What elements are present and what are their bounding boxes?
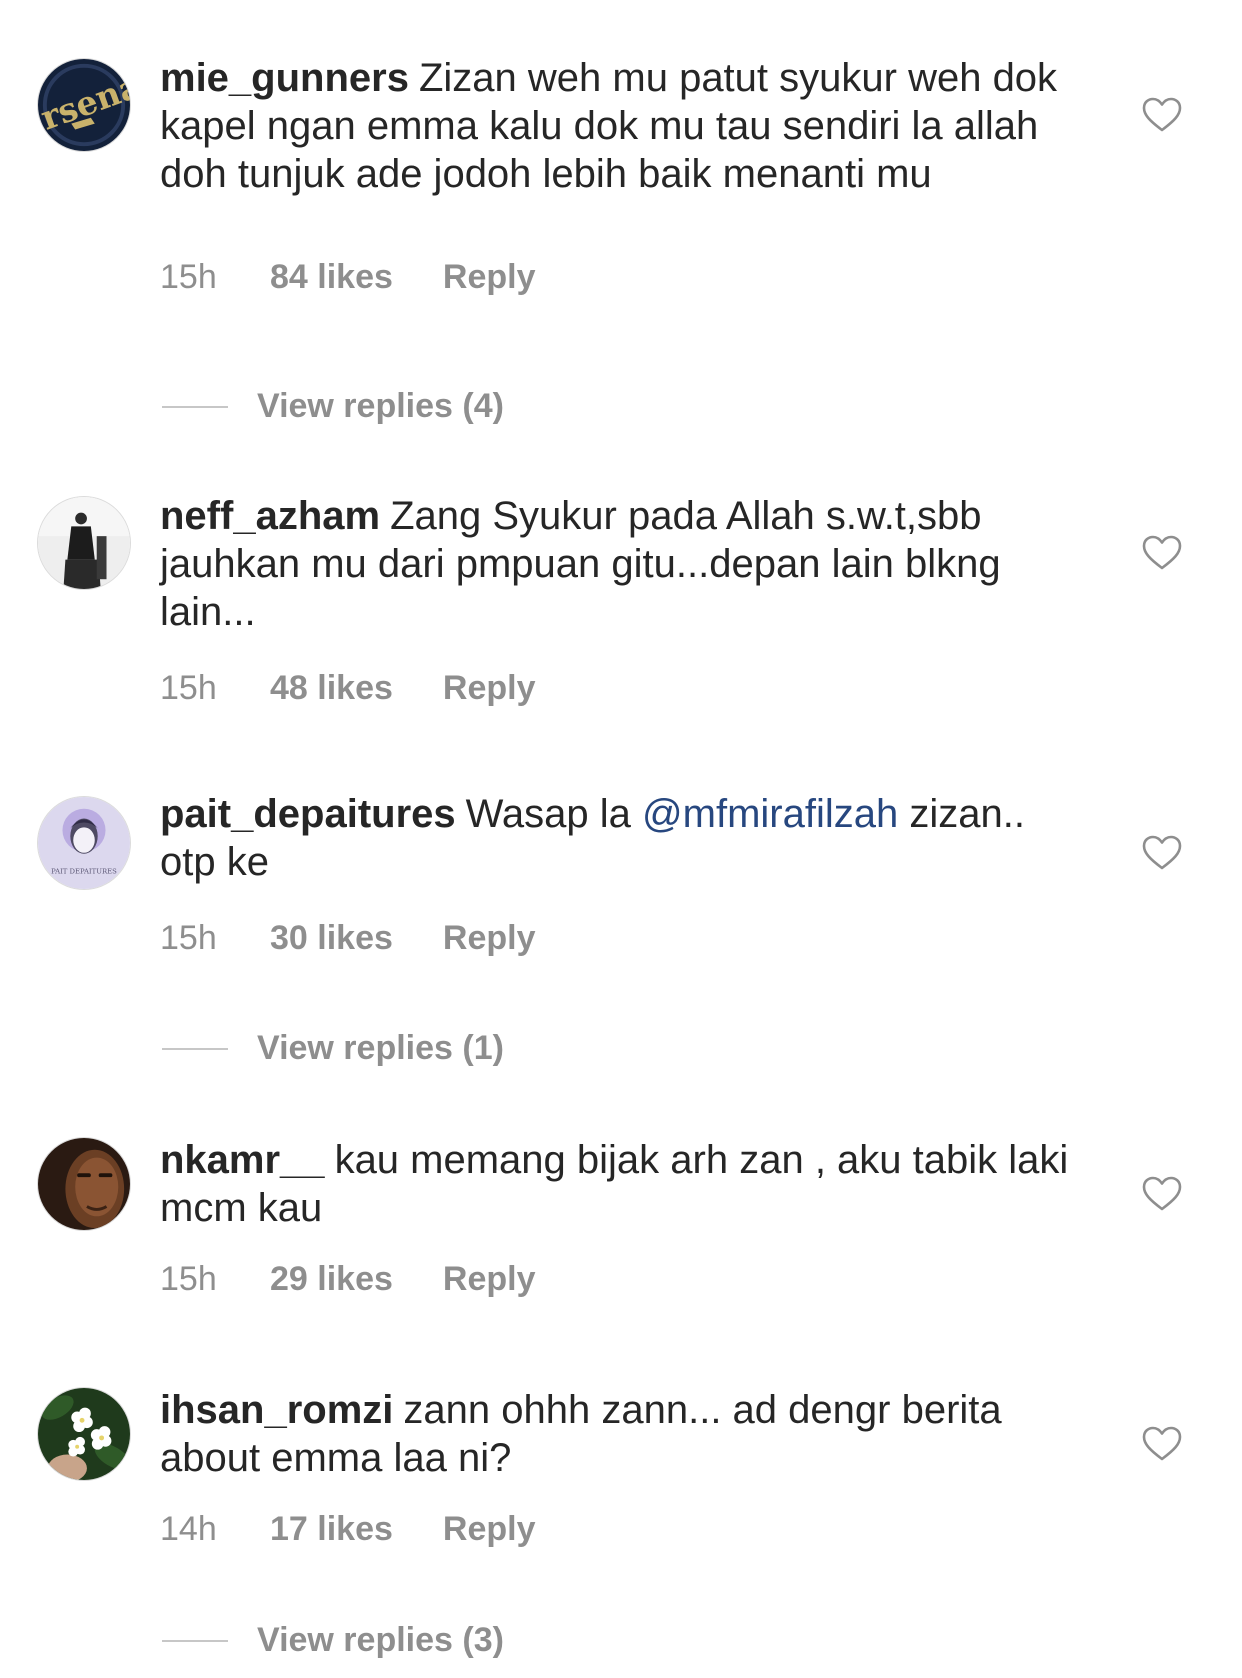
view-replies-button[interactable]: View replies (3) <box>162 1618 862 1662</box>
avatar-nkamr[interactable] <box>37 1137 131 1231</box>
person-avatar-icon <box>38 497 130 589</box>
likes-count[interactable]: 17 likes <box>270 1507 393 1551</box>
heart-outline-icon <box>1142 535 1182 570</box>
reply-button[interactable]: Reply <box>443 666 536 710</box>
comment-time: 15h <box>160 258 217 296</box>
comment-meta: 15h 29 likes Reply <box>160 1257 535 1301</box>
comment-time: 15h <box>160 1260 217 1298</box>
face-avatar-icon <box>38 1138 130 1230</box>
avatar-ihsan-romzi[interactable] <box>37 1387 131 1481</box>
heart-outline-icon <box>1142 835 1182 870</box>
comment-text-block: neff_azham Zang Syukur pada Allah s.w.t,s… <box>160 492 1090 636</box>
comment-meta: 15h 30 likes Reply <box>160 916 535 960</box>
like-button[interactable] <box>1142 535 1182 571</box>
likes-count[interactable]: 84 likes <box>270 255 393 299</box>
like-button[interactable] <box>1142 1176 1182 1212</box>
comment-meta: 15h 48 likes Reply <box>160 666 535 710</box>
view-replies-button[interactable]: View replies (1) <box>162 1026 862 1070</box>
view-replies-label[interactable]: View replies (4) <box>257 384 504 428</box>
avatar-mie-gunners[interactable]: rsena <box>37 58 131 152</box>
comment-meta: 14h 17 likes Reply <box>160 1507 535 1551</box>
view-replies-label[interactable]: View replies (3) <box>257 1618 504 1662</box>
avatar-caption: PAIT DEPAITURES <box>51 867 117 875</box>
heart-outline-icon <box>1142 1426 1182 1461</box>
view-replies-button[interactable]: View replies (4) <box>162 384 862 428</box>
avatar-pait-depaitures[interactable]: PAIT DEPAITURES <box>37 796 131 890</box>
comment-meta: 15h 84 likes Reply <box>160 255 535 299</box>
like-button[interactable] <box>1142 835 1182 871</box>
comment-text-block: mie_gunners Zizan weh mu patut syukur weh… <box>160 54 1090 198</box>
heart-outline-icon <box>1142 97 1182 132</box>
likes-count[interactable]: 48 likes <box>270 666 393 710</box>
comment-time: 15h <box>160 669 217 707</box>
likes-count[interactable]: 30 likes <box>270 916 393 960</box>
comment-text-before: Wasap la <box>465 792 643 836</box>
comment-time: 14h <box>160 1510 217 1548</box>
flower-avatar-icon <box>38 1388 130 1480</box>
comment-text-block: pait_depaitures Wasap la @mfmirafilzah zi… <box>160 790 1090 886</box>
reply-button[interactable]: Reply <box>443 916 536 960</box>
comment-text-block: nkamr__ kau memang bijak arh zan , aku ta… <box>160 1136 1090 1232</box>
like-button[interactable] <box>1142 97 1182 133</box>
username[interactable]: neff_azham <box>160 494 380 538</box>
view-replies-label[interactable]: View replies (1) <box>257 1026 504 1070</box>
reply-button[interactable]: Reply <box>443 1257 536 1301</box>
likes-count[interactable]: 29 likes <box>270 1257 393 1301</box>
view-replies-line <box>162 1048 228 1050</box>
arsenal-avatar-icon: rsena <box>38 59 130 151</box>
avatar-neff-azham[interactable] <box>37 496 131 590</box>
comment-text-block: ihsan_romzi zann ohhh zann... ad dengr be… <box>160 1386 1090 1482</box>
reply-button[interactable]: Reply <box>443 1507 536 1551</box>
like-button[interactable] <box>1142 1426 1182 1462</box>
comment-time: 15h <box>160 919 217 957</box>
portrait-avatar-icon: PAIT DEPAITURES <box>38 797 130 889</box>
username[interactable]: mie_gunners <box>160 56 409 100</box>
mention-link[interactable]: @mfmirafilzah <box>642 792 898 836</box>
view-replies-line <box>162 406 228 408</box>
username[interactable]: nkamr__ <box>160 1138 325 1182</box>
username[interactable]: ihsan_romzi <box>160 1388 393 1432</box>
username[interactable]: pait_depaitures <box>160 792 456 836</box>
heart-outline-icon <box>1142 1176 1182 1211</box>
reply-button[interactable]: Reply <box>443 255 536 299</box>
view-replies-line <box>162 1640 228 1642</box>
